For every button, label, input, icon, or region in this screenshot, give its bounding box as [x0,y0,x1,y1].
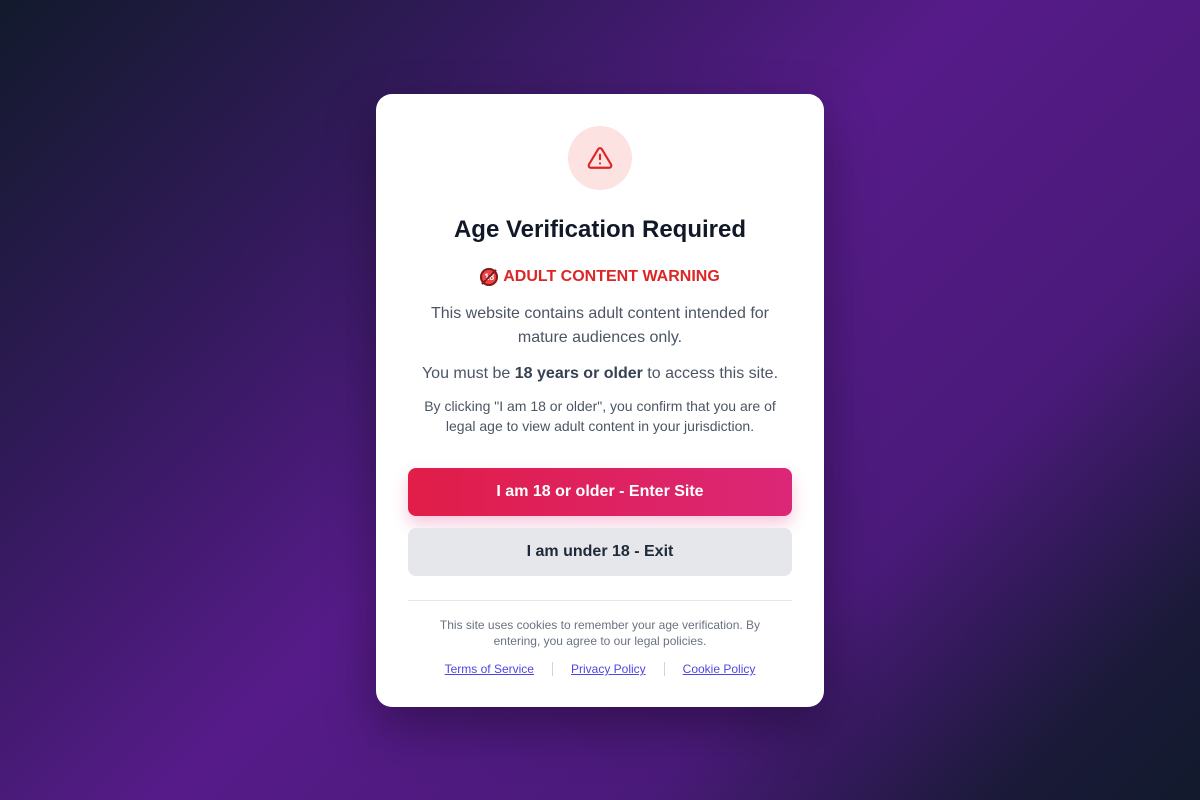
age-requirement: You must be 18 years or older to access … [408,362,792,386]
adult-content-warning: 18 ADULT CONTENT WARNING [408,266,792,288]
privacy-policy-link[interactable]: Privacy Policy [571,661,646,677]
legal-links: Terms of Service Privacy Policy Cookie P… [408,661,792,677]
age-requirement-prefix: You must be [421,365,515,382]
age-verification-modal: Age Verification Required 18 ADULT CONTE… [376,94,824,707]
cookie-notice: This site uses cookies to remember your … [439,618,761,648]
cookie-policy-link[interactable]: Cookie Policy [683,661,756,677]
confirmation-text: By clicking "I am 18 or older", you conf… [424,398,776,434]
warning-triangle-icon [587,147,613,169]
terms-of-service-link[interactable]: Terms of Service [445,661,534,677]
exit-site-button[interactable]: I am under 18 - Exit [408,528,792,576]
divider [408,600,792,601]
warning-icon-circle [568,126,632,190]
warning-text: ADULT CONTENT WARNING [503,268,720,285]
modal-title: Age Verification Required [453,216,747,243]
link-separator [663,662,665,676]
age-requirement-suffix: to access this site. [642,365,779,382]
no-under-18-icon: 18 [480,268,499,286]
link-separator [551,662,553,676]
age-requirement-emphasis: 18 years or older [514,365,643,382]
enter-site-button[interactable]: I am 18 or older - Enter Site [408,468,792,516]
site-description: This website contains adult content inte… [431,305,769,346]
